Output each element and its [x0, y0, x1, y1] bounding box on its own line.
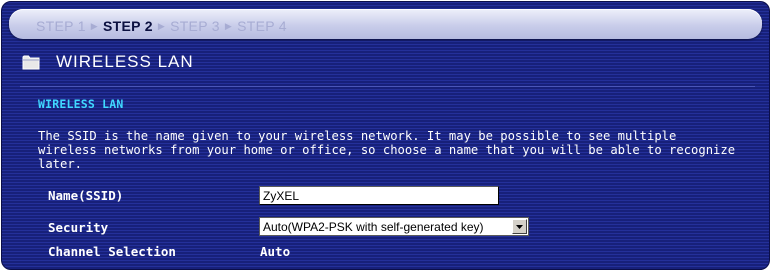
description-text: The SSID is the name given to your wirel…: [38, 129, 736, 171]
steps-bar: STEP 1 ▶ STEP 2 ▶ STEP 3 ▶ STEP 4: [9, 9, 762, 39]
step-separator-icon: ▶: [224, 20, 233, 31]
channel-label: Channel Selection: [48, 244, 176, 259]
folder-icon: [22, 55, 40, 70]
ssid-input[interactable]: [259, 186, 499, 205]
ssid-label: Name(SSID): [48, 188, 124, 203]
step-1[interactable]: STEP 1: [36, 18, 86, 34]
subsection-title: WIRELESS LAN: [38, 97, 124, 111]
step-indicator: STEP 1 ▶ STEP 2 ▶ STEP 3 ▶ STEP 4: [36, 18, 287, 34]
step-4[interactable]: STEP 4: [237, 18, 287, 34]
security-selected-value: Auto(WPA2-PSK with self-generated key): [263, 219, 484, 234]
step-separator-icon: ▶: [90, 20, 99, 31]
step-3[interactable]: STEP 3: [170, 18, 220, 34]
step-2[interactable]: STEP 2: [103, 18, 153, 34]
step-separator-icon: ▶: [157, 20, 166, 31]
section-header: WIRELESS LAN: [22, 52, 194, 72]
channel-value: Auto: [260, 244, 291, 259]
dropdown-arrow-icon[interactable]: [512, 219, 527, 234]
section-title: WIRELESS LAN: [56, 52, 194, 71]
section-divider: [20, 86, 755, 87]
wizard-panel: STEP 1 ▶ STEP 2 ▶ STEP 3 ▶ STEP 4 WIRELE…: [1, 1, 770, 270]
security-select[interactable]: Auto(WPA2-PSK with self-generated key): [259, 217, 529, 236]
security-label: Security: [48, 220, 109, 235]
